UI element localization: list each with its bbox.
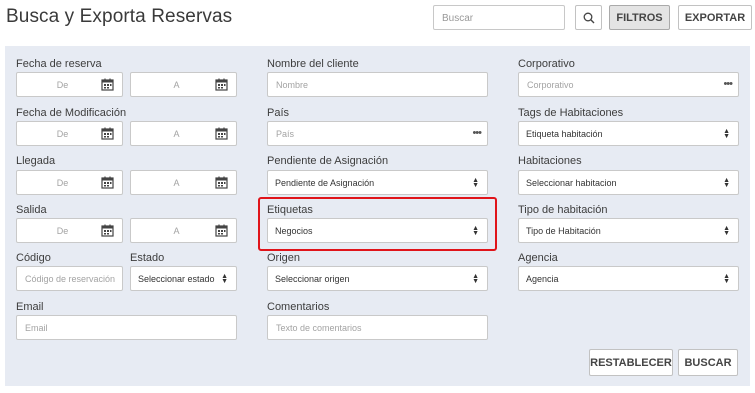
select-arrows-icon: ▲ ▼ xyxy=(221,273,228,285)
more-icon[interactable]: ••• xyxy=(472,127,482,139)
fecha-reserva-to-input[interactable]: A xyxy=(130,72,237,97)
calendar-icon[interactable] xyxy=(101,127,114,140)
tipo-habitacion-label: Tipo de habitación xyxy=(518,204,608,216)
search-button[interactable] xyxy=(575,5,602,30)
origen-label: Origen xyxy=(267,252,301,264)
search-icon xyxy=(583,12,594,23)
origen-select[interactable]: Seleccionar origen ▲ ▼ xyxy=(267,266,488,291)
select-arrows-icon: ▲ ▼ xyxy=(723,128,730,140)
salida-from-input[interactable]: De xyxy=(16,218,123,243)
select-arrows-icon: ▲ ▼ xyxy=(472,177,479,189)
comentarios-input[interactable]: Texto de comentarios xyxy=(267,315,488,340)
email-input[interactable]: Email xyxy=(16,315,237,340)
pendiente-asignacion-select[interactable]: Pendiente de Asignación ▲ ▼ xyxy=(267,170,488,195)
select-arrows-icon: ▲ ▼ xyxy=(723,273,730,285)
nombre-cliente-input[interactable]: Nombre xyxy=(267,72,488,97)
origen-value: Seleccionar origen xyxy=(275,273,350,284)
tags-habitaciones-label: Tags de Habitaciones xyxy=(518,107,624,119)
comentarios-placeholder: Texto de comentarios xyxy=(276,322,362,333)
llegada-from-input[interactable]: De xyxy=(16,170,123,195)
email-placeholder: Email xyxy=(25,322,48,333)
estado-select[interactable]: Seleccionar estado ▲ ▼ xyxy=(130,266,237,291)
calendar-icon[interactable] xyxy=(215,224,228,237)
select-arrows-icon: ▲ ▼ xyxy=(723,177,730,189)
calendar-icon[interactable] xyxy=(215,176,228,189)
agencia-select[interactable]: Agencia ▲ ▼ xyxy=(518,266,739,291)
llegada-to-input[interactable]: A xyxy=(130,170,237,195)
search-input[interactable]: Buscar xyxy=(433,5,565,30)
llegada-label: Llegada xyxy=(16,155,56,167)
codigo-label: Código xyxy=(16,252,51,264)
fecha-reserva-label: Fecha de reserva xyxy=(16,58,102,70)
calendar-icon[interactable] xyxy=(215,78,228,91)
pais-input[interactable]: País ••• xyxy=(267,121,488,146)
exportar-button[interactable]: EXPORTAR xyxy=(678,5,752,30)
fecha-modificacion-label: Fecha de Modificación xyxy=(16,107,127,119)
calendar-icon[interactable] xyxy=(101,224,114,237)
tipo-habitacion-value: Tipo de Habitación xyxy=(526,225,601,236)
habitaciones-select[interactable]: Seleccionar habitacion ▲ ▼ xyxy=(518,170,739,195)
calendar-icon[interactable] xyxy=(215,127,228,140)
fecha-reserva-from-input[interactable]: De xyxy=(16,72,123,97)
corporativo-label: Corporativo xyxy=(518,58,575,70)
comentarios-label: Comentarios xyxy=(267,301,330,313)
buscar-button[interactable]: BUSCAR xyxy=(678,349,738,376)
select-arrows-icon: ▲ ▼ xyxy=(472,273,479,285)
pais-label: País xyxy=(267,107,290,119)
codigo-input[interactable]: Código de reservación xyxy=(16,266,123,291)
more-icon[interactable]: ••• xyxy=(723,78,733,90)
tags-habitaciones-select[interactable]: Etiqueta habitación ▲ ▼ xyxy=(518,121,739,146)
tags-habitaciones-value: Etiqueta habitación xyxy=(526,128,603,139)
habitaciones-label: Habitaciones xyxy=(518,155,582,167)
pendiente-asignacion-value: Pendiente de Asignación xyxy=(275,177,375,188)
fecha-modificacion-to-input[interactable]: A xyxy=(130,121,237,146)
codigo-placeholder: Código de reservación xyxy=(25,273,116,284)
nombre-cliente-label: Nombre del cliente xyxy=(267,58,359,70)
tipo-habitacion-select[interactable]: Tipo de Habitación ▲ ▼ xyxy=(518,218,739,243)
pais-placeholder: País xyxy=(276,128,295,139)
agencia-label: Agencia xyxy=(518,252,558,264)
select-arrows-icon: ▲ ▼ xyxy=(723,225,730,237)
estado-value: Seleccionar estado xyxy=(138,273,215,284)
salida-label: Salida xyxy=(16,204,47,216)
corporativo-placeholder: Corporativo xyxy=(527,79,574,90)
calendar-icon[interactable] xyxy=(101,78,114,91)
estado-label: Estado xyxy=(130,252,165,264)
calendar-icon[interactable] xyxy=(101,176,114,189)
nombre-cliente-placeholder: Nombre xyxy=(276,79,309,90)
fecha-modificacion-from-input[interactable]: De xyxy=(16,121,123,146)
agencia-value: Agencia xyxy=(526,273,559,284)
filtros-button[interactable]: FILTROS xyxy=(609,5,670,30)
etiquetas-highlight-box xyxy=(258,197,497,251)
salida-to-input[interactable]: A xyxy=(130,218,237,243)
pendiente-asignacion-label: Pendiente de Asignación xyxy=(267,155,389,167)
habitaciones-value: Seleccionar habitacion xyxy=(526,177,617,188)
restablecer-button[interactable]: RESTABLECER xyxy=(589,349,673,376)
page-title: Busca y Exporta Reservas xyxy=(6,6,233,27)
email-label: Email xyxy=(16,301,44,313)
corporativo-input[interactable]: Corporativo ••• xyxy=(518,72,739,97)
